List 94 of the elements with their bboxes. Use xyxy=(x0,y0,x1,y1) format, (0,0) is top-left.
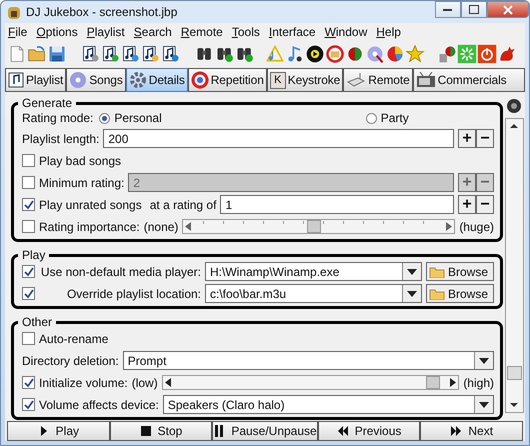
max-label: (high) xyxy=(463,376,494,390)
tab[interactable]: Repetition xyxy=(188,68,267,92)
path-dropdown[interactable]: H:\Winamp\Winamp.exe xyxy=(205,262,422,281)
checkbox[interactable] xyxy=(22,265,35,278)
menu-item[interactable]: File xyxy=(8,24,28,38)
round-button-icon[interactable] xyxy=(506,98,522,114)
menu-item[interactable]: Search xyxy=(134,24,172,38)
checkbox-label: Play bad songs xyxy=(39,154,122,168)
next-button[interactable]: Next xyxy=(420,421,524,441)
dropdown[interactable]: Speakers (Claro halo) xyxy=(162,395,494,414)
minimize-icon xyxy=(443,8,453,12)
caret-icon xyxy=(406,290,417,296)
tab[interactable]: Remote xyxy=(343,68,413,92)
max-label: (huge) xyxy=(459,220,494,234)
checkbox[interactable] xyxy=(22,376,35,389)
increment-button[interactable]: + xyxy=(458,195,476,214)
gear-icon xyxy=(128,71,147,89)
field-label: Playlist length: xyxy=(22,132,100,146)
checkbox[interactable] xyxy=(22,398,35,411)
tab[interactable]: Songs xyxy=(66,68,126,92)
group-title: Generate xyxy=(21,96,74,110)
caret-icon xyxy=(479,358,489,364)
browse-button[interactable]: Browse xyxy=(426,262,494,281)
folder-icon xyxy=(428,265,445,278)
input-field[interactable]: 200 xyxy=(103,129,454,148)
disc-icon xyxy=(69,71,88,89)
field-label: Rating mode: xyxy=(22,111,94,125)
router-icon xyxy=(346,72,366,88)
right-arrow-icon[interactable] xyxy=(449,378,456,387)
scroll-thumb[interactable] xyxy=(506,366,522,380)
dropdown[interactable]: Prompt xyxy=(122,351,494,370)
left-arrow-icon[interactable] xyxy=(164,378,172,387)
checkbox-label: Auto-rename xyxy=(39,332,108,346)
group-title: Play xyxy=(21,248,46,262)
close-icon xyxy=(503,4,513,14)
checkbox-label: Rating importance: xyxy=(39,220,140,234)
browse-button[interactable]: Browse xyxy=(426,284,494,303)
checkbox[interactable] xyxy=(22,332,35,345)
caret-icon xyxy=(406,268,417,274)
decrement-button[interactable]: − xyxy=(476,195,494,214)
menu-item[interactable]: Remote xyxy=(180,24,223,38)
close-button[interactable] xyxy=(487,1,529,18)
menu-item[interactable]: Playlist xyxy=(86,24,125,38)
input-field[interactable]: 1 xyxy=(220,195,454,214)
tab[interactable]: K Keystroke xyxy=(266,68,344,92)
window-title: DJ Jukebox - screenshot.jbp xyxy=(26,5,178,19)
minimize-button[interactable] xyxy=(435,1,461,18)
previous-icon xyxy=(336,425,349,437)
stop-icon xyxy=(140,425,152,437)
stop-button[interactable]: Stop xyxy=(110,421,212,441)
menu-item[interactable]: Tools xyxy=(232,24,260,38)
checkbox-label: Initialize volume: xyxy=(39,376,128,390)
maximize-button[interactable] xyxy=(461,1,487,18)
folder-icon xyxy=(428,287,445,300)
increment-button[interactable]: + xyxy=(458,129,476,148)
checkbox-label: Volume affects device: xyxy=(39,398,159,412)
pause-button[interactable]: Pause/Unpause xyxy=(212,421,318,441)
tv-icon xyxy=(416,72,436,88)
previous-button[interactable]: Previous xyxy=(318,421,420,441)
path-dropdown[interactable]: c:\foo\bar.m3u xyxy=(205,284,422,303)
checkbox[interactable] xyxy=(22,287,35,300)
field-label: at a rating of xyxy=(150,198,216,212)
play-button[interactable]: Play xyxy=(7,421,110,441)
checkbox-label: Override playlist location: xyxy=(66,286,201,300)
menu-item[interactable]: Help xyxy=(376,24,401,38)
key-icon: K xyxy=(270,72,286,88)
pause-icon xyxy=(213,425,226,437)
caret-icon xyxy=(479,402,489,408)
tab[interactable]: Details xyxy=(126,68,188,92)
min-label: (low) xyxy=(132,376,158,390)
tab[interactable]: Commercials xyxy=(412,68,525,92)
checkbox[interactable] xyxy=(22,198,35,211)
field-label: Directory deletion: xyxy=(22,354,119,368)
vertical-scrollbar[interactable] xyxy=(504,118,524,413)
power-icon[interactable] xyxy=(477,42,497,66)
menu-item[interactable]: Interface xyxy=(268,24,316,38)
checkbox[interactable] xyxy=(22,154,35,167)
min-label: (none) xyxy=(144,220,178,234)
maximize-icon xyxy=(469,5,479,14)
group-title: Other xyxy=(21,315,54,329)
checkbox-label: Play unrated songs xyxy=(39,198,142,212)
music-file-icon xyxy=(8,72,24,88)
slider[interactable] xyxy=(162,375,460,390)
radio-button[interactable]: Personal xyxy=(99,111,162,125)
checkbox-label: Use non-default media player: xyxy=(40,264,201,278)
next-icon xyxy=(450,425,462,437)
checkbox[interactable] xyxy=(22,220,35,233)
radio-button[interactable]: Party xyxy=(366,111,409,125)
tab[interactable]: Playlist xyxy=(5,68,66,92)
decrement-button[interactable]: − xyxy=(476,129,494,148)
jukebox-icon xyxy=(7,4,21,20)
checkbox-label: Minimum rating: xyxy=(39,176,124,190)
menu-item[interactable]: Window xyxy=(324,24,368,38)
menu-item[interactable]: Options xyxy=(36,24,78,38)
